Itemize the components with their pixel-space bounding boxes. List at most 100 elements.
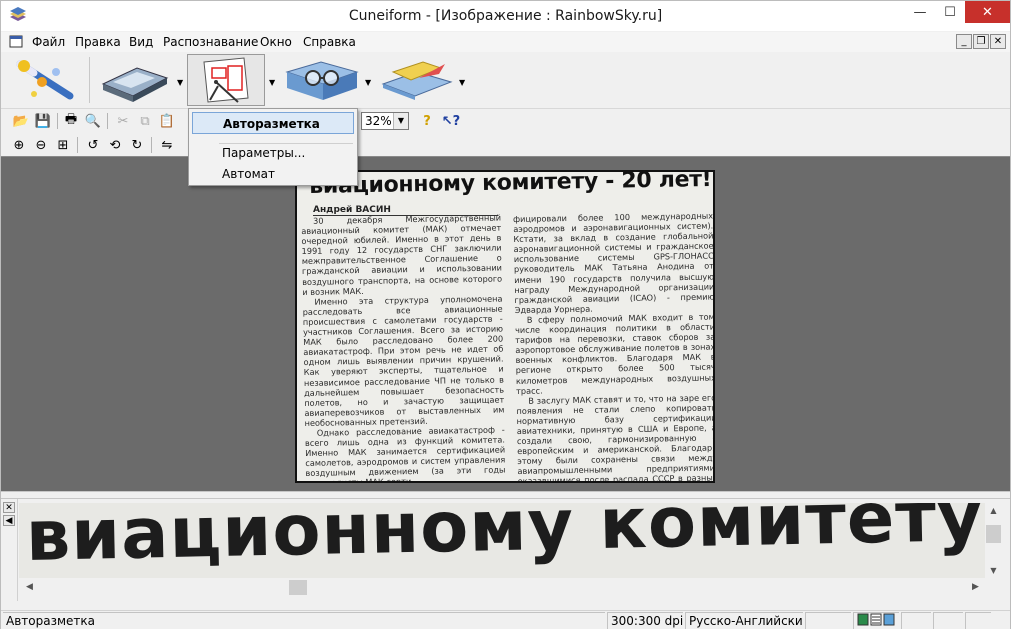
zoom-in-icon: ⊕ [13,137,25,153]
vertical-scroll-thumb[interactable] [986,525,1001,543]
image-view[interactable]: виационному комитету - 20 лет! Андрей ВА… [1,156,1010,491]
open-file-button[interactable]: 📂 [11,111,31,131]
toolbar-separator [57,113,58,129]
layout-page-icon [203,57,249,103]
close-button[interactable]: ✕ [965,1,1010,23]
horizontal-scrollbar[interactable]: ◀ ▶ [19,579,985,596]
help-button[interactable]: ? [417,111,437,131]
invert-button[interactable]: ⇋ [157,135,177,155]
invert-image-icon: ⇋ [161,137,173,153]
scan-column-right: фицировали более 100 международных аэрод… [513,210,715,481]
layout-dropdown-menu: Авторазметка Параметры... Автомат [188,108,358,186]
rotate-left-icon: ↺ [87,137,99,153]
scroll-left-icon[interactable]: ◀ [21,579,38,596]
scanned-page[interactable]: виационному комитету - 20 лет! Андрей ВА… [295,170,715,483]
title-bar[interactable]: Cuneiform - [Изображение : RainbowSky.ru… [1,1,1010,31]
layout-button[interactable] [187,54,265,106]
menu-file[interactable]: Файл [32,35,65,49]
menu-recognition[interactable]: Распознавание [163,35,258,49]
zoomed-line-text: виационному комитету - 2 [25,503,985,577]
strip-close-button[interactable]: ✕ [3,502,15,513]
minimize-button[interactable]: — [905,1,935,23]
print-button[interactable]: 🖶 [61,111,81,131]
scan-button[interactable] [97,54,173,106]
scan-headline: виационному комитету - 20 лет! [309,170,712,199]
export-icon [381,61,453,100]
scroll-right-icon[interactable]: ▶ [967,579,984,596]
view-mode-icon [857,613,895,626]
print-preview-icon: 🔍 [84,113,102,129]
zoom-in-button[interactable]: ⊕ [9,135,29,155]
strip-arrow-left-button[interactable]: ◀ [3,515,15,526]
scan-dropdown-arrow[interactable]: ▼ [177,78,183,87]
scan-paragraph: Именно эта структура уполномочена рассле… [302,293,505,428]
menu-edit[interactable]: Правка [75,35,121,49]
strip-sidebar: ✕ ◀ [1,499,18,601]
toolbar-separator [151,137,152,153]
mdi-minimize-button[interactable]: _ [956,34,972,49]
printer-icon: 🖶 [64,112,78,127]
status-bar: Авторазметка 300:300 dpi Русско-Английск… [1,610,1010,629]
zoom-out-icon: ⊖ [35,137,47,153]
zoomed-line-view[interactable]: виационному комитету - 2 [19,503,985,578]
status-empty-cell [933,612,963,629]
recognize-dropdown-arrow[interactable]: ▼ [365,78,371,87]
toolbar-separator [89,57,90,103]
rotate-left-button[interactable]: ↺ [83,135,103,155]
magic-wand-icon [16,60,74,100]
menu-item-parameters[interactable]: Параметры... [192,142,354,164]
status-hint: Авторазметка [3,612,605,629]
print-preview-button[interactable]: 🔍 [83,111,103,131]
scan-paragraph: 30 декабря Межгосударственный авиационны… [301,212,503,297]
document-icon[interactable] [9,35,23,48]
layout-dropdown-arrow[interactable]: ▼ [269,78,275,87]
scroll-up-icon[interactable]: ▲ [985,503,1002,518]
pane-splitter[interactable] [1,491,1010,499]
status-dpi: 300:300 dpi [607,612,683,629]
scanner-icon [101,67,169,102]
cut-button[interactable]: ✂ [113,111,133,131]
main-toolbar: ▼ ▼ ▼ ▼ [1,52,1010,109]
menu-window[interactable]: Окно [260,35,292,49]
question-mark-icon: ? [423,113,431,129]
status-view-modes[interactable] [853,612,899,629]
window-title: Cuneiform - [Изображение : RainbowSky.ru… [348,8,663,24]
vertical-scrollbar[interactable]: ▲ ▼ [985,503,1002,578]
save-button[interactable]: 💾 [33,111,53,131]
wizard-button[interactable] [7,54,83,106]
fit-page-icon: ⊞ [57,137,69,153]
scroll-down-icon[interactable]: ▼ [985,563,1002,578]
copy-button[interactable]: ⧉ [135,111,155,131]
paste-button[interactable]: 📋 [157,111,177,131]
export-dropdown-arrow[interactable]: ▼ [459,78,465,87]
scan-column-left: 30 декабря Межгосударственный авиационны… [301,212,506,481]
recognize-button[interactable] [283,54,361,106]
chevron-down-icon[interactable]: ▼ [393,113,408,129]
rotate-180-icon: ⟲ [109,137,121,153]
rotate-180-button[interactable]: ⟲ [105,135,125,155]
zoom-value: 32% [365,114,392,128]
maximize-button[interactable]: ☐ [935,1,965,23]
menu-help[interactable]: Справка [303,35,356,49]
mdi-close-button[interactable]: ✕ [990,34,1006,49]
glasses-icon [285,61,359,100]
toolbar-separator [107,113,108,129]
context-help-icon: ↖? [441,113,461,129]
scan-paragraph: фицировали более 100 международных аэрод… [513,210,715,315]
horizontal-scroll-thumb[interactable] [289,580,307,595]
mdi-restore-button[interactable]: ❐ [973,34,989,49]
context-help-button[interactable]: ↖? [441,111,461,131]
zoom-out-button[interactable]: ⊖ [31,135,51,155]
status-empty-cell [805,612,851,629]
floppy-disk-icon: 💾 [34,113,52,129]
scan-paragraph: В сферу полномочий МАК входит в том числ… [514,311,715,396]
menu-item-automatic[interactable]: Автомат [192,163,354,185]
zoom-combobox[interactable]: 32% ▼ [361,112,409,130]
app-window: Cuneiform - [Изображение : RainbowSky.ru… [0,0,1011,629]
export-button[interactable] [377,54,455,106]
rotate-right-button[interactable]: ↻ [127,135,147,155]
menu-view[interactable]: Вид [129,35,153,49]
fit-page-button[interactable]: ⊞ [53,135,73,155]
rotate-right-icon: ↻ [131,137,143,153]
menu-item-auto-layout[interactable]: Авторазметка [192,112,354,134]
